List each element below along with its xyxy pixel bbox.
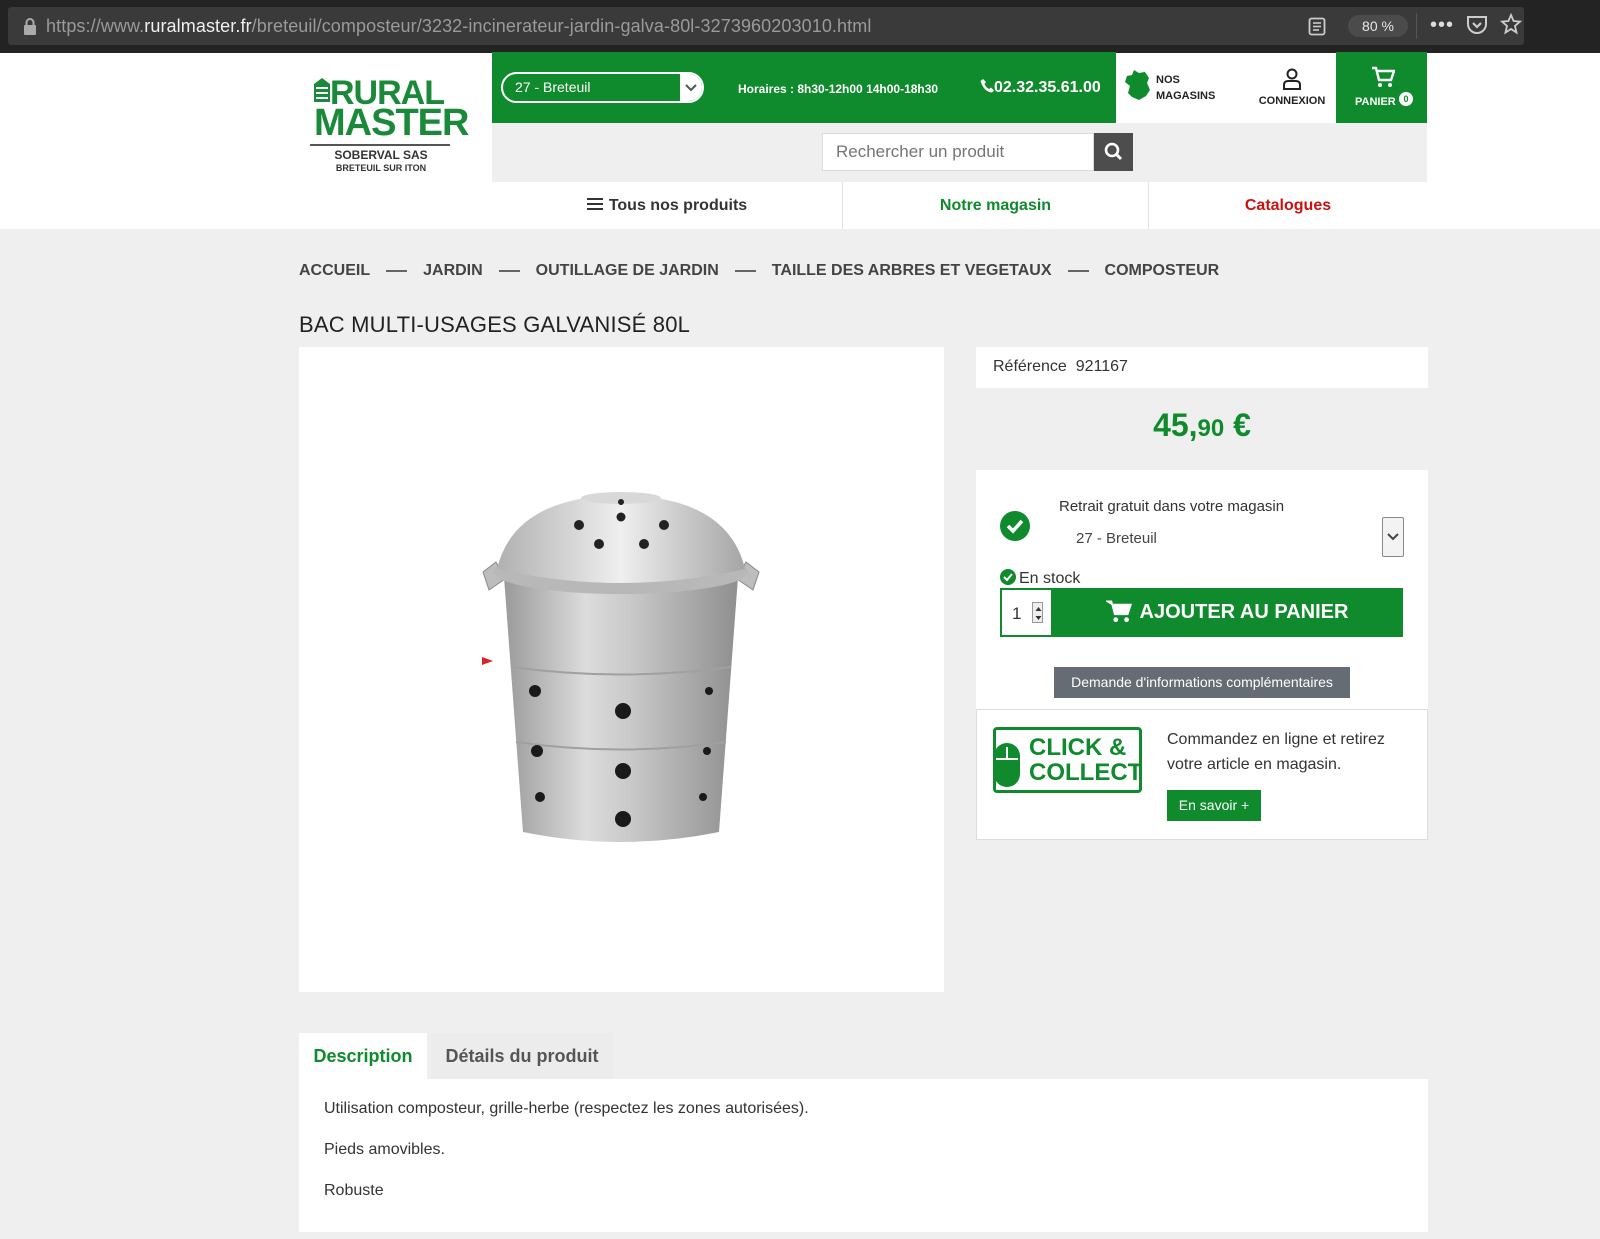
- search-input[interactable]: [822, 133, 1094, 171]
- login-link[interactable]: CONNEXION: [1244, 52, 1340, 123]
- store-selector[interactable]: 27 - Breteuil: [501, 72, 704, 103]
- cart-count-badge: 0: [1399, 92, 1413, 106]
- main-nav: Tous nos produits Notre magasin Catalogu…: [492, 182, 1427, 229]
- logo-company: SOBERVAL SAS: [334, 148, 428, 162]
- product-reference: Référence 921167: [976, 347, 1428, 388]
- nav-catalogs[interactable]: Catalogues: [1149, 182, 1427, 229]
- product-image: [482, 492, 760, 842]
- breadcrumb-separator: [734, 269, 756, 272]
- cart-icon: [1103, 600, 1132, 623]
- chevron-down-icon: [680, 74, 702, 101]
- nav-all-products[interactable]: Tous nos produits: [492, 182, 842, 229]
- breadcrumb-item-garden-tools[interactable]: OUTILLAGE DE JARDIN: [536, 262, 719, 279]
- opening-hours: Horaires : 8h30-12h00 14h00-18h30: [738, 82, 939, 96]
- bookmark-star-icon[interactable]: [1500, 13, 1522, 35]
- reader-view-icon[interactable]: [1308, 17, 1326, 36]
- reference-label: Référence: [993, 358, 1067, 375]
- login-label: CONNEXION: [1258, 95, 1326, 107]
- info-request-button[interactable]: Demande d'informations complémentaires: [1054, 667, 1350, 698]
- click-collect-logo-text-1: CLICK &: [1029, 734, 1127, 761]
- cart-label: PANIER: [1355, 96, 1396, 108]
- search-icon: [1104, 142, 1123, 161]
- tab-product-details[interactable]: Détails du produit: [431, 1033, 613, 1079]
- page-actions-icon[interactable]: •••: [1430, 15, 1454, 35]
- description-line: Robuste: [324, 1182, 384, 1199]
- breadcrumb-separator: [1067, 269, 1089, 272]
- in-stock-check-icon: [1000, 569, 1016, 585]
- site-logo[interactable]: RURAL MASTER SOBERVAL SAS BRETEUIL SUR I…: [308, 70, 469, 182]
- click-collect-box: CLICK & COLLECT Commandez en ligne et re…: [976, 709, 1428, 840]
- menu-icon: [586, 198, 603, 210]
- mouse-icon: [994, 743, 1020, 787]
- lock-icon: [24, 18, 36, 35]
- breadcrumb-separator: [386, 269, 408, 272]
- click-collect-logo-text-2: COLLECT: [1029, 759, 1143, 786]
- stock-status: En stock: [1000, 569, 1080, 588]
- tab-description[interactable]: Description: [299, 1033, 427, 1079]
- check-circle-icon: [1000, 511, 1030, 541]
- breadcrumb-item-pruning[interactable]: TAILLE DES ARBRES ET VEGETAUX: [772, 262, 1052, 279]
- search-button[interactable]: [1094, 133, 1133, 171]
- browser-toolbar: https://www.ruralmaster.fr/breteuil/comp…: [0, 0, 1600, 53]
- learn-more-button[interactable]: En savoir +: [1167, 790, 1261, 821]
- cart-button[interactable]: PANIER 0: [1336, 52, 1427, 123]
- toolbar-divider: [1416, 13, 1417, 39]
- breadcrumb-separator: [498, 269, 520, 272]
- breadcrumb-item-composter[interactable]: COMPOSTEUR: [1105, 262, 1220, 279]
- cart-icon: [1372, 66, 1395, 87]
- pickup-label: Retrait gratuit dans votre magasin: [1059, 498, 1285, 515]
- click-collect-description: Commandez en ligne et retirez votre arti…: [1167, 731, 1385, 773]
- reference-value: 921167: [1075, 358, 1128, 375]
- zoom-level[interactable]: 80 %: [1348, 15, 1408, 37]
- breadcrumb: ACCUEIL JARDIN OUTILLAGE DE JARDIN TAILLE D…: [299, 262, 1219, 280]
- quantity-value: 1: [1012, 604, 1022, 623]
- pickup-store-select[interactable]: 27 - Breteuil: [1059, 520, 1409, 560]
- logo-roof-icon: [314, 78, 330, 102]
- user-icon: [1283, 68, 1301, 90]
- breadcrumb-item-garden[interactable]: JARDIN: [423, 262, 483, 279]
- address-bar[interactable]: https://www.ruralmaster.fr/breteuil/comp…: [8, 7, 1524, 45]
- phone-icon: [980, 79, 994, 93]
- url-text: https://www.ruralmaster.fr/breteuil/comp…: [46, 16, 872, 36]
- logo-text-master: MASTER: [314, 102, 469, 144]
- page-title: BAC MULTI-USAGES GALVANISÉ 80L: [299, 312, 691, 337]
- description-line: Utilisation composteur, grille-herbe (re…: [324, 1100, 809, 1117]
- description-panel: Utilisation composteur, grille-herbe (re…: [299, 1079, 1428, 1232]
- france-map-icon: [1125, 70, 1150, 100]
- chevron-down-icon[interactable]: [1382, 517, 1404, 557]
- click-collect-logo: CLICK & COLLECT: [993, 727, 1142, 793]
- quantity-spin-arrows[interactable]: [1032, 602, 1043, 623]
- purchase-box: Retrait gratuit dans votre magasin 27 - …: [976, 470, 1428, 709]
- quantity-stepper[interactable]: 1: [1000, 588, 1051, 637]
- logo-divider: [310, 144, 450, 146]
- description-line: Pieds amovibles.: [324, 1141, 445, 1158]
- product-image-panel[interactable]: [299, 347, 944, 992]
- product-price: 45,90 €: [1153, 407, 1251, 443]
- our-stores-link[interactable]: NOS MAGASINS: [1116, 52, 1228, 123]
- our-stores-label: NOS MAGASINS: [1156, 74, 1216, 102]
- add-to-cart-button[interactable]: AJOUTER AU PANIER: [1051, 588, 1403, 637]
- store-selector-value: 27 - Breteuil: [515, 79, 591, 95]
- nav-our-store[interactable]: Notre magasin: [843, 182, 1148, 229]
- phone-number[interactable]: 02.32.35.61.00: [980, 78, 1101, 97]
- logo-town: BRETEUIL SUR ITON: [335, 163, 427, 173]
- breadcrumb-item-home[interactable]: ACCUEIL: [299, 262, 370, 279]
- pocket-icon[interactable]: [1466, 15, 1488, 35]
